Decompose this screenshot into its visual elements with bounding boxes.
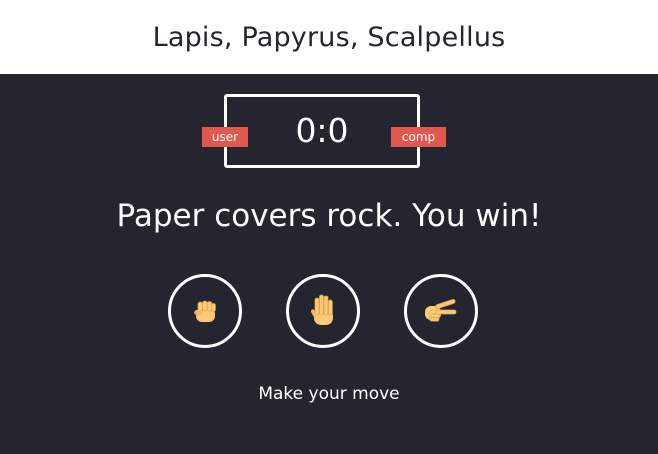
rock-button[interactable] (168, 274, 242, 348)
comp-badge: comp (391, 127, 446, 147)
user-badge: user (202, 127, 248, 147)
paper-button[interactable] (286, 274, 360, 348)
victory-hand-icon (425, 299, 457, 322)
scissors-button[interactable] (404, 274, 478, 348)
score-display: 0:0 (295, 111, 349, 150)
result-message: Paper covers rock. You win! (116, 198, 542, 234)
game-area: 0:0 user comp Paper covers rock. You win… (0, 74, 658, 454)
action-prompt: Make your move (258, 384, 400, 404)
header: Lapis, Papyrus, Scalpellus (0, 0, 658, 74)
fist-icon (194, 300, 216, 322)
page-title: Lapis, Papyrus, Scalpellus (152, 21, 506, 53)
raised-hand-icon (311, 294, 333, 325)
